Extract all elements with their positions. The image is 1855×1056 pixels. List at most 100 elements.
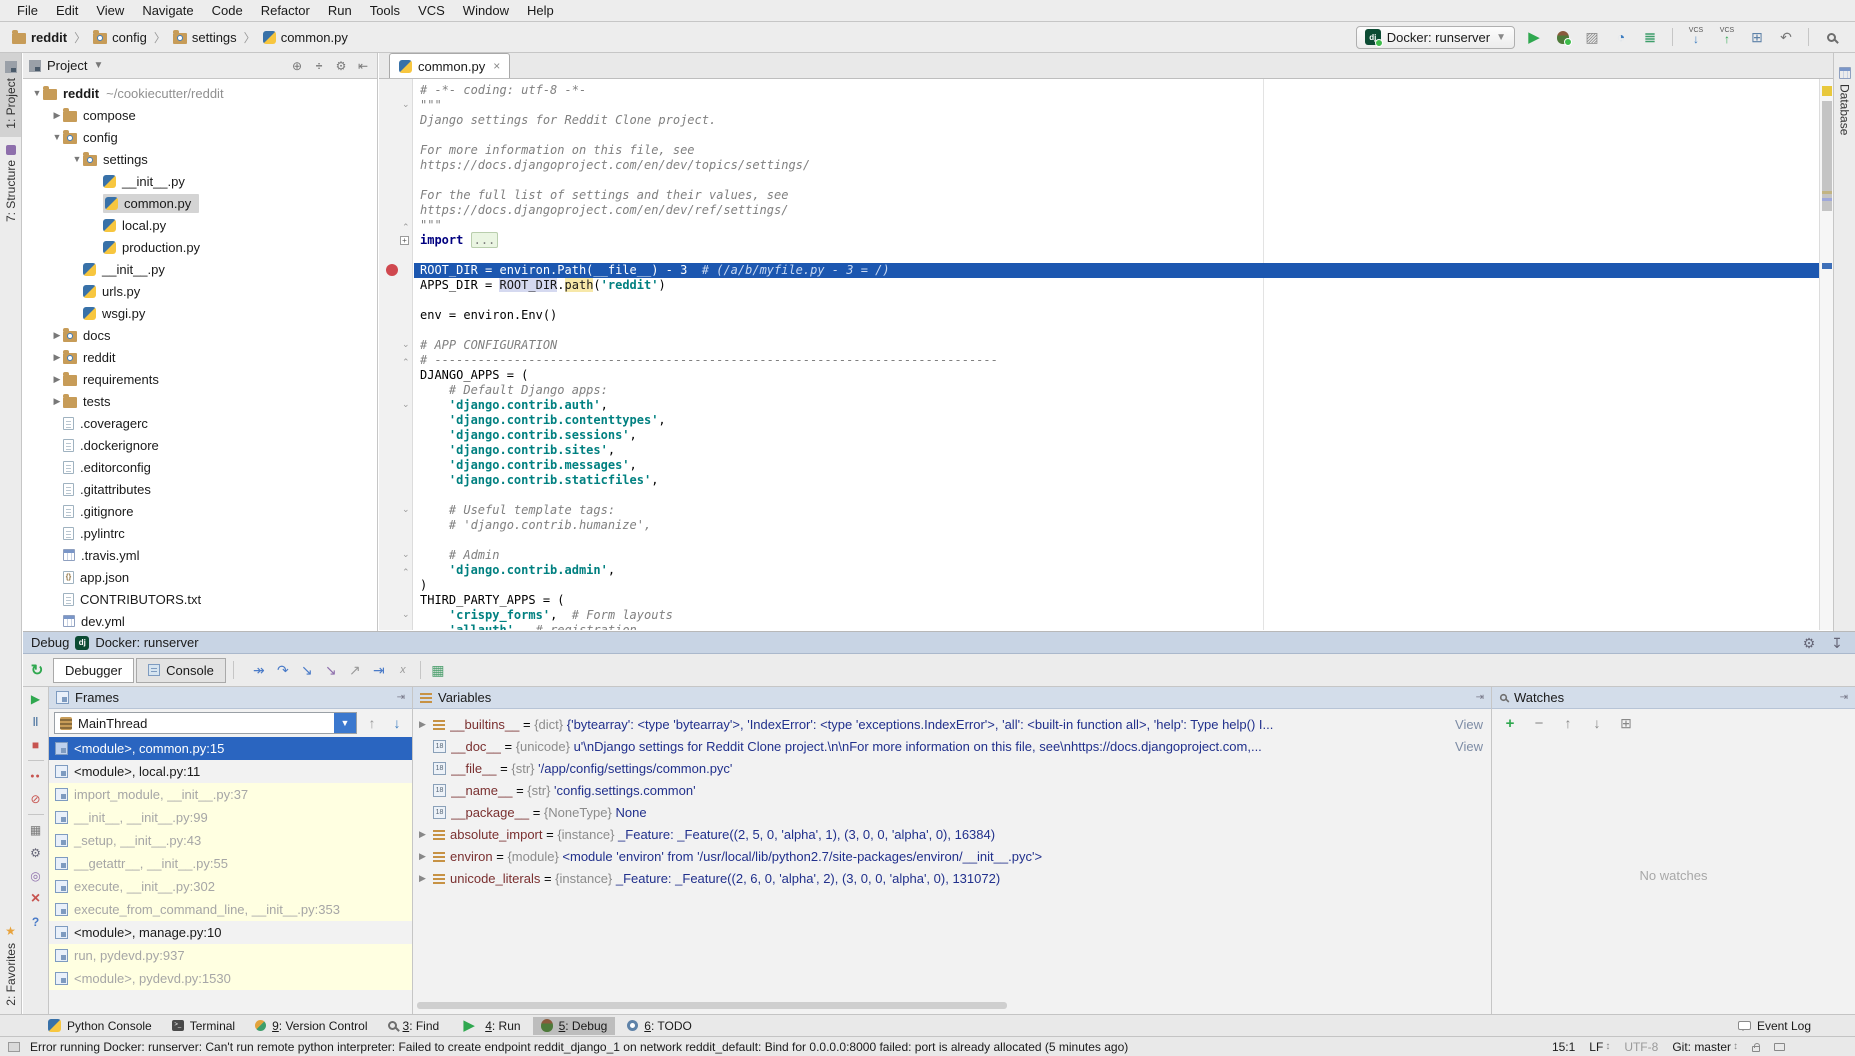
- tree-row-production-py[interactable]: production.py: [23, 236, 377, 258]
- tree-row-CONTRIBUTORS-txt[interactable]: CONTRIBUTORS.txt: [23, 588, 377, 610]
- frame-row[interactable]: <module>, pydevd.py:1530: [49, 967, 412, 990]
- menu-view[interactable]: View: [87, 2, 133, 19]
- toolwindow-button-6-todo[interactable]: 6: TODO: [619, 1017, 700, 1035]
- chevron-down-icon[interactable]: ▼: [334, 713, 356, 733]
- step-into-icon[interactable]: [297, 660, 317, 680]
- panel-options-icon[interactable]: [1476, 692, 1484, 703]
- status-lock[interactable]: [1752, 1042, 1760, 1052]
- move-down-icon[interactable]: [1587, 713, 1607, 733]
- fold-open-icon[interactable]: ⌄: [402, 99, 410, 110]
- breakpoint-icon[interactable]: [386, 264, 398, 276]
- menu-run[interactable]: Run: [319, 2, 361, 19]
- code-line[interactable]: # Useful template tags:: [414, 503, 1819, 518]
- expand-arrow-icon[interactable]: ▶: [417, 719, 428, 730]
- tree-row-reddit[interactable]: ▶reddit: [23, 346, 377, 368]
- variable-row-__builtins__[interactable]: ▶__builtins__ = {dict} {'bytearray': <ty…: [413, 713, 1491, 735]
- code-line[interactable]: # Admin: [414, 548, 1819, 563]
- panel-options-icon[interactable]: [1840, 692, 1848, 703]
- variable-row-__package__[interactable]: __package__ = {NoneType} None: [413, 801, 1491, 823]
- menu-code[interactable]: Code: [203, 2, 252, 19]
- run-configuration-select[interactable]: dj Docker: runserver ▼: [1356, 26, 1515, 49]
- console-layout-icon[interactable]: [428, 660, 448, 680]
- add-icon[interactable]: [1500, 713, 1520, 733]
- variable-row-__file__[interactable]: __file__ = {str} '/app/config/settings/c…: [413, 757, 1491, 779]
- run-icon[interactable]: [1524, 27, 1544, 47]
- breadcrumb-item-config[interactable]: config: [91, 28, 149, 47]
- vcs-update-icon[interactable]: VCS↓: [1685, 27, 1707, 47]
- tree-row-urls-py[interactable]: urls.py: [23, 280, 377, 302]
- tree-row-__init__-py[interactable]: __init__.py: [23, 258, 377, 280]
- code-line[interactable]: https://docs.djangoproject.com/en/dev/re…: [414, 203, 1819, 218]
- stripe-mark-execution[interactable]: [1822, 263, 1832, 269]
- run-to-cursor-icon[interactable]: [369, 660, 389, 680]
- collapse-all-icon[interactable]: [311, 58, 327, 74]
- code-line[interactable]: 'django.contrib.staticfiles',: [414, 473, 1819, 488]
- expand-arrow-icon[interactable]: ▶: [417, 829, 428, 840]
- fold-open-icon[interactable]: ⌄: [402, 399, 410, 410]
- stripe-mark-lavender[interactable]: [1822, 198, 1832, 201]
- step-out-icon[interactable]: [345, 660, 365, 680]
- step-over-icon[interactable]: [273, 660, 293, 680]
- code-line[interactable]: # 'django.contrib.humanize',: [414, 518, 1819, 533]
- fold-close-icon[interactable]: ⌃: [402, 357, 410, 368]
- menu-file[interactable]: File: [8, 2, 47, 19]
- variable-row-environ[interactable]: ▶environ = {module} <module 'environ' fr…: [413, 845, 1491, 867]
- variable-row-absolute_import[interactable]: ▶absolute_import = {instance} _Feature: …: [413, 823, 1491, 845]
- tree-collapsed-arrow[interactable]: ▶: [51, 396, 63, 407]
- tree-row--pylintrc[interactable]: .pylintrc: [23, 522, 377, 544]
- menu-window[interactable]: Window: [454, 2, 518, 19]
- tree-row--gitattributes[interactable]: .gitattributes: [23, 478, 377, 500]
- menu-navigate[interactable]: Navigate: [133, 2, 202, 19]
- status-screen[interactable]: [1774, 1043, 1785, 1051]
- code-line[interactable]: [414, 173, 1819, 188]
- code-line[interactable]: [414, 533, 1819, 548]
- tree-row--editorconfig[interactable]: .editorconfig: [23, 456, 377, 478]
- pause-icon[interactable]: [27, 714, 45, 730]
- frame-row[interactable]: __init__, __init__.py:99: [49, 806, 412, 829]
- remove-icon[interactable]: [1529, 713, 1549, 733]
- variable-row-unicode_literals[interactable]: ▶unicode_literals = {instance} _Feature:…: [413, 867, 1491, 889]
- toolwindow-button-project[interactable]: 1: Project: [0, 53, 21, 137]
- coverage-icon[interactable]: [1582, 27, 1602, 47]
- code-line[interactable]: import ...: [414, 233, 1819, 248]
- tree-row-__init__-py[interactable]: __init__.py: [23, 170, 377, 192]
- tree-collapsed-arrow[interactable]: ▶: [51, 110, 63, 121]
- tree-expanded-arrow[interactable]: ▼: [31, 88, 43, 98]
- frame-row[interactable]: <module>, manage.py:10: [49, 921, 412, 944]
- rollback-icon[interactable]: [1776, 27, 1796, 47]
- code-line[interactable]: # --------------------------------------…: [414, 353, 1819, 368]
- status-15-1[interactable]: 15:1: [1552, 1040, 1575, 1054]
- duplicate-icon[interactable]: [1616, 713, 1636, 733]
- code-line[interactable]: # APP CONFIGURATION: [414, 338, 1819, 353]
- toolwindow-button-database[interactable]: Database: [1834, 59, 1855, 143]
- toolwindow-button-terminal[interactable]: Terminal: [164, 1017, 243, 1035]
- frame-row[interactable]: run, pydevd.py:937: [49, 944, 412, 967]
- help-icon[interactable]: [27, 914, 45, 930]
- stop-icon[interactable]: [27, 737, 45, 753]
- fold-close-icon[interactable]: ⌃: [402, 222, 410, 233]
- tree-row-dev-yml[interactable]: dev.yml: [23, 610, 377, 630]
- thread-selector[interactable]: MainThread ▼: [54, 712, 357, 734]
- horizontal-scrollbar[interactable]: [417, 1002, 1007, 1009]
- toolwindow-toggle-icon[interactable]: [8, 1042, 20, 1052]
- frame-row[interactable]: _setup, __init__.py:43: [49, 829, 412, 852]
- options-icon[interactable]: [333, 58, 349, 74]
- code-line[interactable]: """: [414, 98, 1819, 113]
- tree-row-config[interactable]: ▼config: [23, 126, 377, 148]
- resume-icon[interactable]: [27, 691, 45, 707]
- fold-close-icon[interactable]: ⌃: [402, 567, 410, 578]
- menu-help[interactable]: Help: [518, 2, 563, 19]
- frame-row[interactable]: __getattr__, __init__.py:55: [49, 852, 412, 875]
- concurrency-icon[interactable]: [1640, 27, 1660, 47]
- expand-arrow-icon[interactable]: ▶: [417, 873, 428, 884]
- previous-frame-icon[interactable]: [362, 713, 382, 733]
- tree-expanded-arrow[interactable]: ▼: [51, 132, 63, 142]
- code-line[interactable]: ROOT_DIR = environ.Path(__file__) - 3 # …: [414, 263, 1819, 278]
- evaluate-expression-icon[interactable]: [393, 660, 413, 680]
- variable-row-__name__[interactable]: __name__ = {str} 'config.settings.common…: [413, 779, 1491, 801]
- view-link[interactable]: View: [1455, 717, 1487, 732]
- rerun-icon[interactable]: [27, 660, 47, 680]
- pin-tab-icon[interactable]: [27, 868, 45, 884]
- code-line[interactable]: 'django.contrib.sites',: [414, 443, 1819, 458]
- code-line[interactable]: 'django.contrib.sessions',: [414, 428, 1819, 443]
